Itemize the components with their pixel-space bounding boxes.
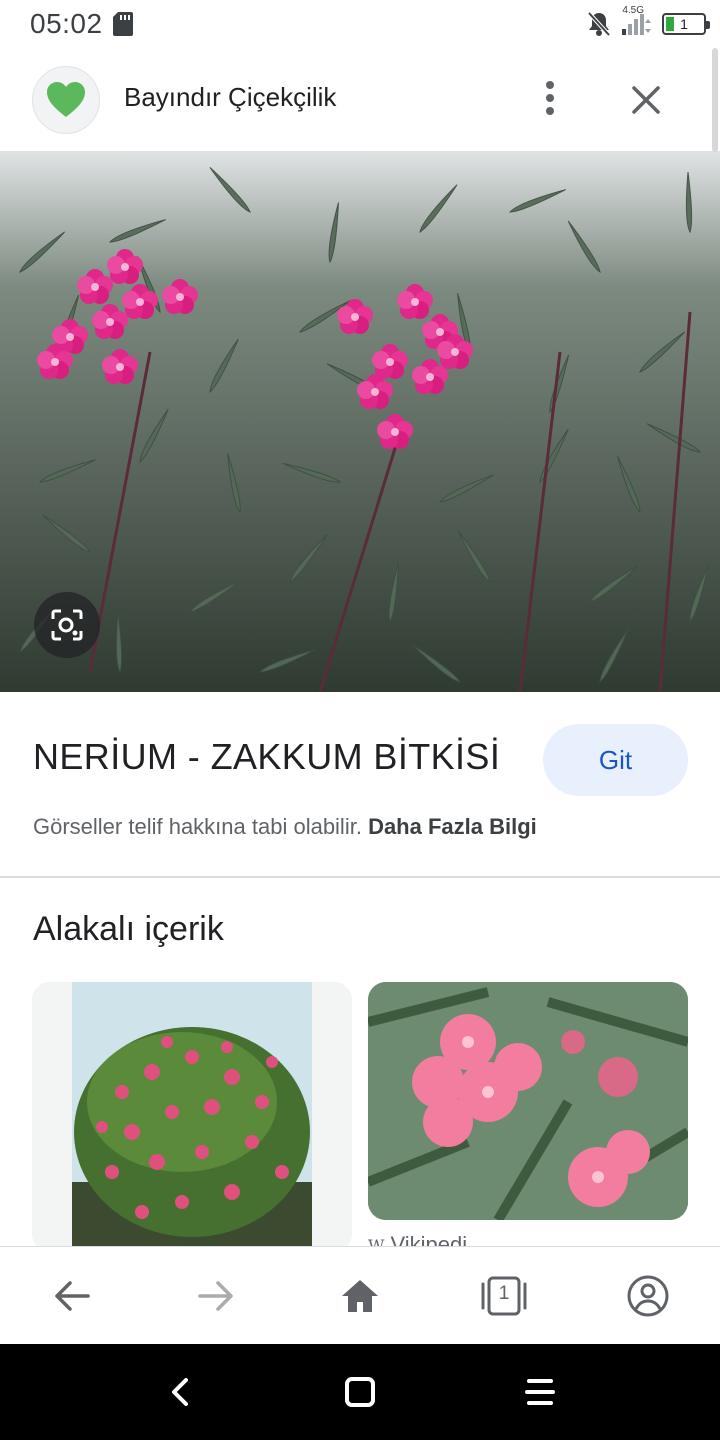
system-menu-button[interactable] — [520, 1372, 560, 1412]
square-icon — [345, 1377, 375, 1407]
status-time: 05:02 — [30, 8, 103, 39]
image-info: NERİUM - ZAKKUM BİTKİSİ Git Görseller te… — [0, 692, 720, 878]
account-circle-icon — [627, 1275, 669, 1317]
source-header: Bayındır Çiçekçilik — [0, 48, 720, 152]
related-card[interactable] — [32, 982, 352, 1252]
main-image[interactable] — [0, 152, 720, 692]
heart-icon — [47, 82, 85, 117]
forward-button[interactable] — [190, 1270, 242, 1322]
close-icon — [632, 86, 660, 114]
more-vert-icon — [546, 81, 554, 115]
close-button[interactable] — [622, 76, 670, 124]
chevron-left-icon — [172, 1378, 188, 1406]
related-image-pink-flowers — [368, 982, 688, 1220]
back-button[interactable] — [46, 1270, 98, 1322]
system-home-button[interactable] — [340, 1372, 380, 1412]
more-options-button[interactable] — [528, 76, 572, 120]
related-image-oleander-bush — [32, 982, 352, 1252]
image-title: NERİUM - ZAKKUM BİTKİSİ — [33, 736, 501, 777]
tab-count: 1 — [498, 1283, 510, 1304]
sd-card-icon — [113, 12, 133, 36]
more-info-link[interactable]: Daha Fazla Bilgi — [368, 814, 537, 839]
system-navigation-bar — [0, 1344, 720, 1440]
battery-indicator: 1 — [662, 13, 710, 35]
copyright-notice: Görseller telif hakkına tabi olabilir. D… — [33, 814, 537, 840]
tabs-button[interactable]: 1 — [478, 1270, 530, 1322]
account-button[interactable] — [622, 1270, 674, 1322]
oleander-photo — [0, 152, 720, 692]
divider — [0, 876, 720, 878]
related-card[interactable] — [368, 982, 688, 1220]
home-icon — [342, 1280, 378, 1312]
arrow-forward-icon — [198, 1281, 233, 1311]
visit-button[interactable]: Git — [543, 724, 688, 796]
related-heading: Alakalı içerik — [33, 910, 224, 948]
notifications-off-icon — [587, 11, 611, 37]
signal-icon — [622, 14, 651, 35]
status-bar: 05:02 4.5G 1 — [0, 0, 720, 48]
copyright-text: Görseller telif hakkına tabi olabilir. — [33, 814, 362, 839]
site-name[interactable]: Bayındır Çiçekçilik — [124, 82, 336, 113]
browser-toolbar: 1 — [0, 1246, 720, 1345]
system-back-button[interactable] — [160, 1372, 200, 1412]
lens-search-button[interactable] — [34, 592, 100, 658]
scrollbar[interactable] — [712, 48, 718, 152]
battery-level: 1 — [680, 16, 688, 32]
menu-icon — [525, 1379, 555, 1405]
site-logo[interactable] — [32, 66, 100, 134]
lens-icon — [51, 609, 83, 641]
home-button[interactable] — [334, 1270, 386, 1322]
arrow-back-icon — [55, 1281, 90, 1311]
